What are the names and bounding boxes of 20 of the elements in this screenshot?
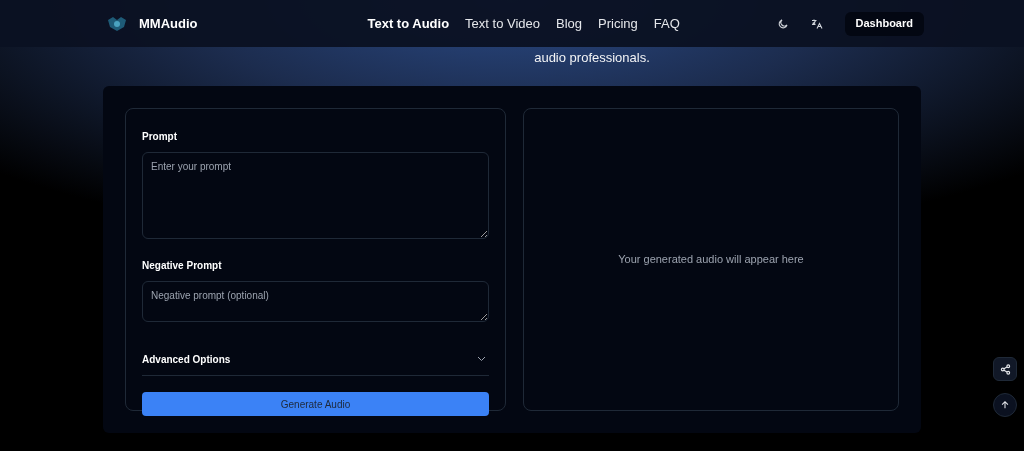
share-button[interactable] (993, 357, 1017, 381)
generate-audio-button[interactable]: Generate Audio (142, 392, 489, 416)
prompt-field[interactable]: Enter your prompt (142, 152, 489, 239)
empty-output-message: Your generated audio will appear here (618, 252, 804, 268)
nav-link[interactable]: Blog (556, 13, 583, 34)
nav-link[interactable]: FAQ (653, 13, 680, 34)
brand-name[interactable]: MMAudio (139, 13, 198, 34)
advanced-options-toggle[interactable]: Advanced Options (142, 351, 231, 367)
arrow-up-icon[interactable] (1000, 400, 1010, 410)
prompt-label: Prompt (142, 130, 178, 144)
nav-link[interactable]: Text to Audio (367, 13, 450, 34)
dashboard-button[interactable]: Dashboard (844, 11, 924, 36)
nav-link[interactable]: Text to Video (465, 13, 540, 34)
negative-prompt-field[interactable]: Negative prompt (optional) (142, 281, 489, 322)
nav-link[interactable]: Pricing (598, 13, 638, 34)
hero-subtitle: audio professionals. (534, 50, 650, 67)
share-icon[interactable] (999, 363, 1011, 375)
chevron-down-icon[interactable] (477, 356, 486, 362)
logo-icon (106, 15, 128, 32)
negative-prompt-label: Negative Prompt (142, 259, 223, 273)
